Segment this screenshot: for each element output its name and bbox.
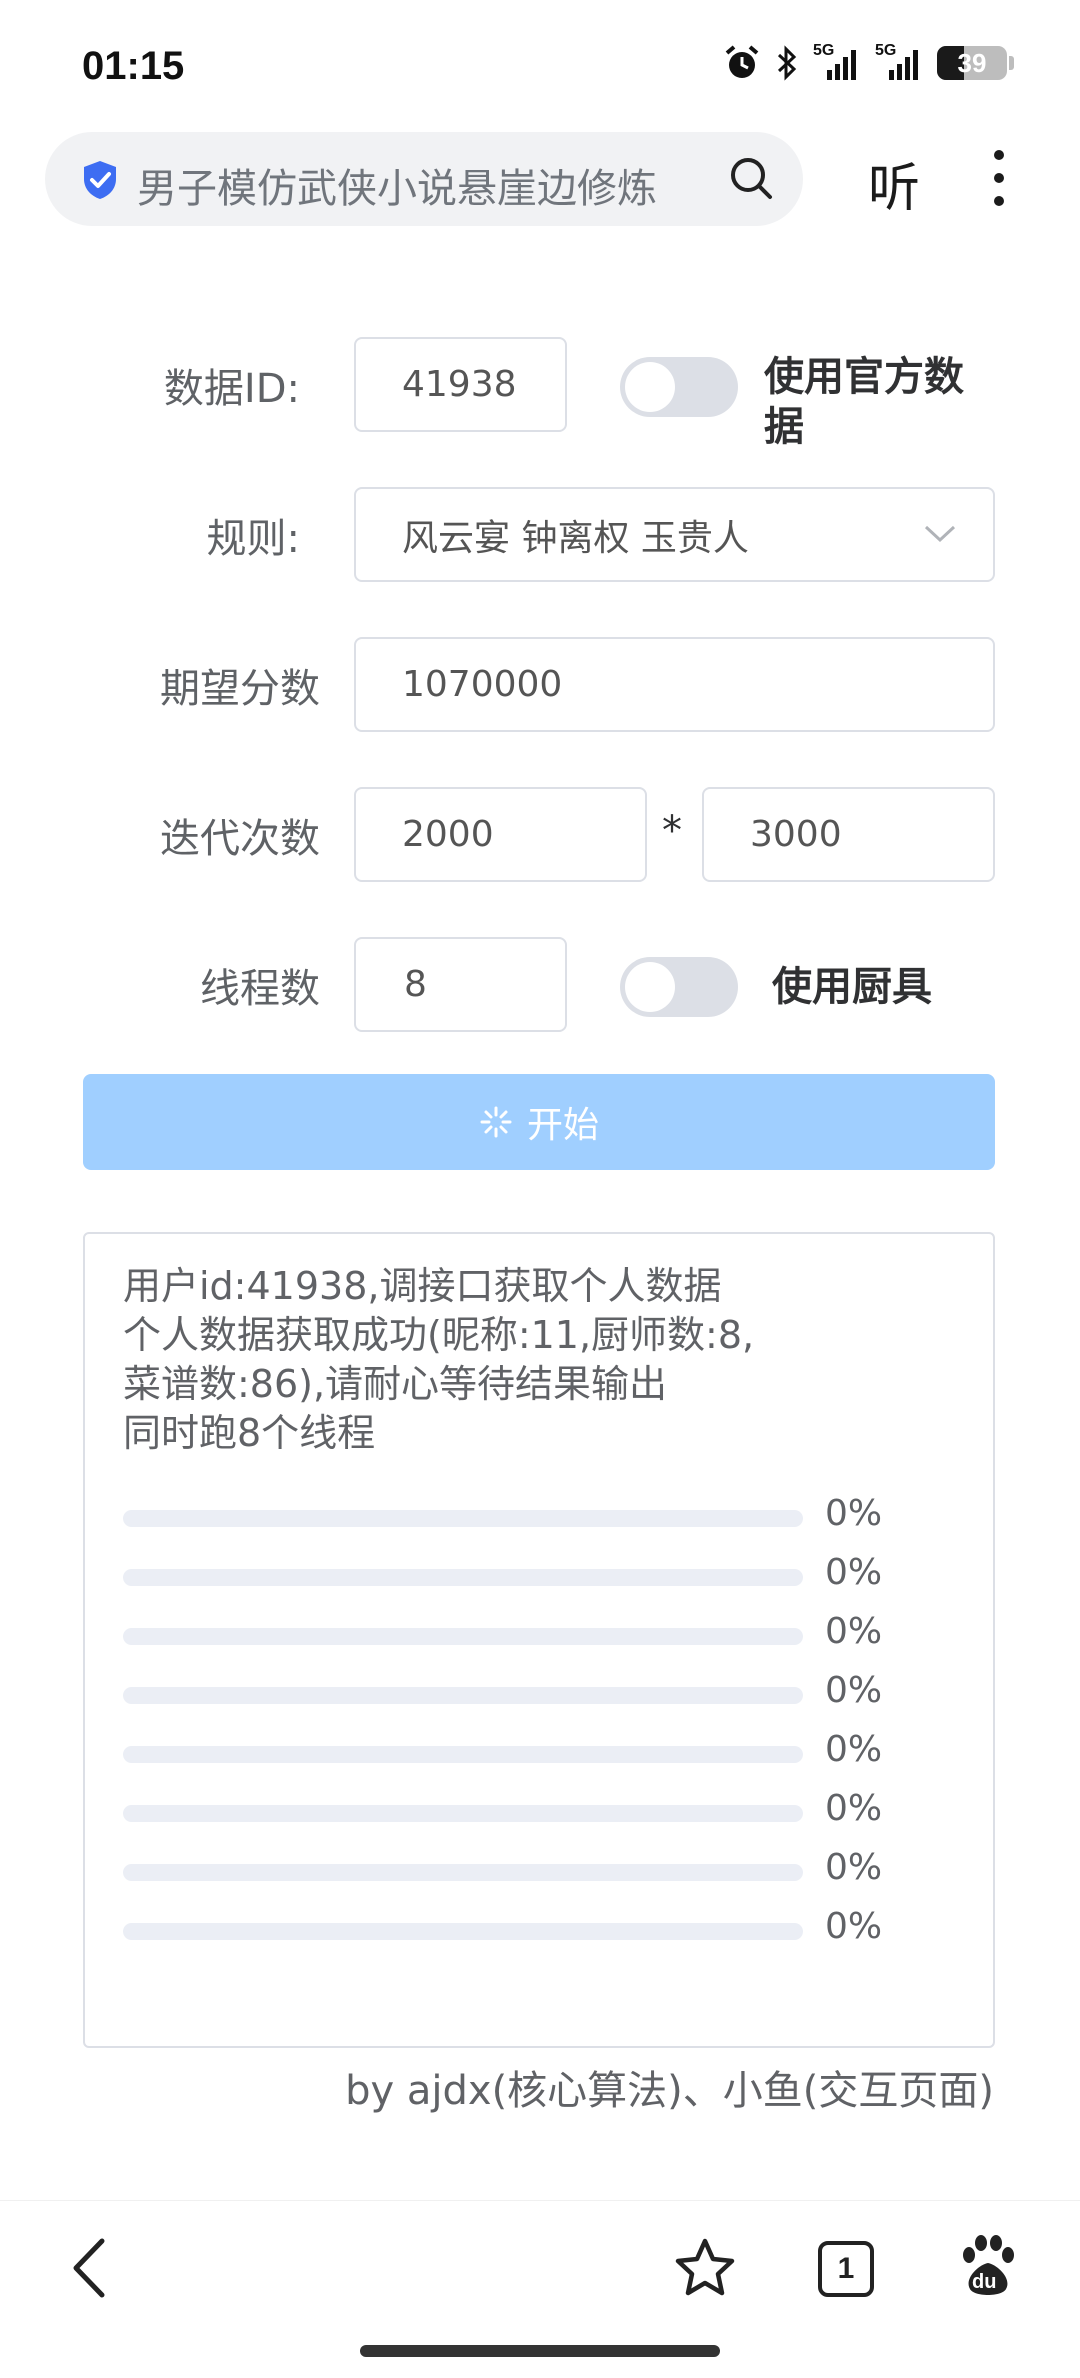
log-text: 用户id:41938,调接口获取个人数据 个人数据获取成功(昵称:11,厨师数:… (123, 1262, 963, 1458)
switch-knob (625, 362, 675, 412)
progress-track (123, 1923, 803, 1940)
progress-percent: 0% (825, 1847, 883, 1888)
baidu-du-text: du (972, 2271, 997, 2293)
use-chef-tools-switch[interactable] (620, 957, 738, 1017)
tab-count: 1 (837, 2252, 855, 2285)
progress-percent: 0% (825, 1670, 883, 1711)
progress-percent: 0% (825, 1493, 883, 1534)
thread-progress-5: 0% (123, 1729, 963, 1772)
progress-track (123, 1510, 803, 1527)
log-line: 菜谱数:86),请耐心等待结果输出 (123, 1362, 668, 1406)
progress-percent: 0% (825, 1611, 883, 1652)
progress-percent: 0% (825, 1729, 883, 1770)
iterations-label: 迭代次数 (160, 816, 320, 862)
back-icon[interactable] (66, 2235, 114, 2301)
progress-track (123, 1628, 803, 1645)
alarm-icon (725, 45, 759, 78)
progress-track (123, 1805, 803, 1822)
search-icon[interactable] (727, 154, 775, 202)
use-chef-tools-label: 使用厨具 (772, 964, 932, 1010)
threads-input[interactable]: 8 (354, 937, 567, 1032)
loading-icon (480, 1106, 512, 1138)
data-id-value: 41938 (402, 364, 517, 405)
tabs-button[interactable]: 1 (818, 2241, 874, 2297)
threads-value: 8 (404, 964, 427, 1005)
rule-label: 规则: (206, 516, 300, 562)
log-line: 同时跑8个线程 (123, 1411, 376, 1455)
iterations-value-1: 2000 (402, 814, 494, 855)
status-bar: 01:15 5G 5G 39 (0, 0, 1080, 130)
listen-button[interactable]: 听 (868, 146, 920, 221)
signal-5g-icon-1: 5G (813, 42, 861, 82)
status-time: 01:15 (82, 44, 185, 88)
search-query-text: 男子模仿武侠小说悬崖边修炼 (137, 166, 657, 212)
expected-score-input[interactable]: 1070000 (354, 637, 995, 732)
star-icon[interactable] (672, 2235, 738, 2301)
thread-progress-6: 0% (123, 1788, 963, 1831)
home-indicator[interactable] (360, 2345, 720, 2357)
bottom-navigation: 1 du (0, 2200, 1080, 2378)
baidu-paw-icon[interactable]: du (958, 2231, 1018, 2301)
battery-icon: 39 (937, 46, 1007, 80)
start-button-label: 开始 (526, 1105, 599, 1146)
iterations-input-1[interactable]: 2000 (354, 787, 647, 882)
thread-progress-2: 0% (123, 1552, 963, 1595)
official-data-switch[interactable] (620, 357, 738, 417)
bluetooth-icon (777, 45, 797, 81)
log-panel: 用户id:41938,调接口获取个人数据 个人数据获取成功(昵称:11,厨师数:… (83, 1232, 995, 2048)
expected-score-label: 期望分数 (160, 666, 320, 712)
thread-progress-4: 0% (123, 1670, 963, 1713)
progress-track (123, 1864, 803, 1881)
progress-percent: 0% (825, 1552, 883, 1593)
expected-score-value: 1070000 (402, 664, 563, 705)
progress-track (123, 1746, 803, 1763)
browser-search-bar[interactable]: 男子模仿武侠小说悬崖边修炼 (45, 132, 803, 226)
progress-track (123, 1569, 803, 1586)
iterations-value-2: 3000 (750, 814, 842, 855)
thread-progress-7: 0% (123, 1847, 963, 1890)
multiply-sign: * (662, 808, 682, 854)
status-icons: 5G 5G 39 (723, 42, 1014, 82)
iterations-input-2[interactable]: 3000 (702, 787, 995, 882)
shield-icon (84, 161, 116, 199)
battery-percent: 39 (957, 48, 987, 78)
rule-select[interactable]: 风云宴 钟离权 玉贵人 (354, 487, 995, 582)
log-line: 用户id:41938,调接口获取个人数据 (123, 1264, 722, 1308)
progress-percent: 0% (825, 1788, 883, 1829)
progress-percent: 0% (825, 1906, 883, 1947)
data-id-input[interactable]: 41938 (354, 337, 567, 432)
signal-5g-icon-2: 5G (875, 42, 923, 82)
threads-label: 线程数 (200, 966, 320, 1012)
more-menu-icon[interactable] (990, 150, 1010, 206)
progress-track (123, 1687, 803, 1704)
thread-progress-3: 0% (123, 1611, 963, 1654)
chevron-down-icon (924, 525, 956, 543)
start-button[interactable]: 开始 (83, 1074, 995, 1170)
data-id-label: 数据ID: (163, 366, 300, 412)
rule-selected-value: 风云宴 钟离权 玉贵人 (402, 517, 749, 559)
official-data-switch-label: 使用官方数据 (764, 354, 964, 450)
credits-text: by ajdx(核心算法)、小鱼(交互页面) (345, 2068, 994, 2114)
thread-progress-8: 0% (123, 1906, 963, 1949)
thread-progress-1: 0% (123, 1493, 963, 1536)
switch-knob (625, 962, 675, 1012)
log-line: 个人数据获取成功(昵称:11,厨师数:8, (123, 1313, 755, 1357)
battery-tip (1009, 56, 1014, 70)
